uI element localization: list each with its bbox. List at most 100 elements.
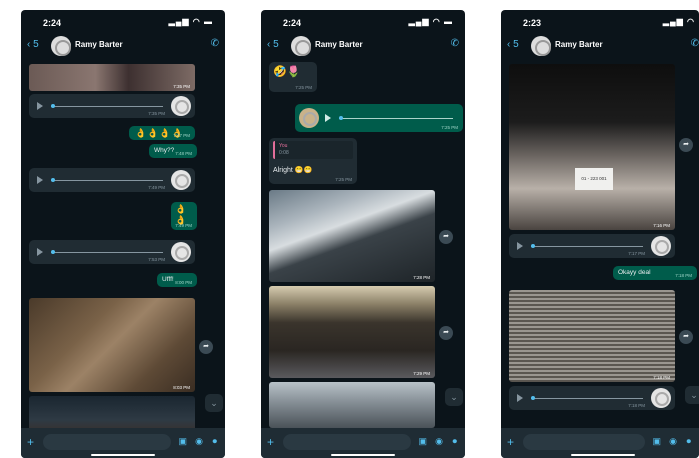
voice-progress-dot[interactable] (51, 178, 55, 182)
camera-icon[interactable]: ◉ (195, 436, 203, 447)
contact-name[interactable]: Ramy Barter (75, 40, 123, 49)
voice-track[interactable] (531, 246, 643, 247)
sign-text: 01 - 223 001 (581, 176, 607, 181)
message-input[interactable] (283, 434, 411, 450)
text-message[interactable]: 🤣🌷 7:25 PM (269, 62, 317, 92)
call-icon[interactable]: ✆ (451, 38, 459, 49)
back-button[interactable]: ‹ 5 (267, 39, 279, 50)
photo-message[interactable]: 7:29 PM (269, 286, 435, 378)
avatar[interactable] (531, 36, 551, 56)
microphone-icon[interactable]: ⏺ (452, 436, 457, 447)
reply-message[interactable]: You 0:08 Alright 😁😁 7:25 PM (269, 138, 357, 184)
play-icon[interactable] (37, 248, 43, 256)
plus-icon[interactable]: + (507, 435, 514, 449)
play-icon[interactable] (325, 114, 331, 122)
voice-message[interactable]: 7:35 PM (29, 94, 195, 118)
message-time: 8:00 PM (175, 280, 192, 285)
voice-message[interactable]: 7:49 PM (29, 168, 195, 192)
voice-track[interactable] (51, 180, 163, 181)
microphone-icon[interactable]: ⏺ (686, 436, 691, 447)
photo-message[interactable]: 7:35 PM (29, 64, 195, 91)
scroll-down-button[interactable]: ⌄ (685, 386, 699, 404)
voice-track[interactable] (51, 106, 163, 107)
plus-icon[interactable]: + (27, 435, 34, 449)
avatar[interactable] (51, 36, 71, 56)
forward-icon[interactable]: ➦ (439, 326, 453, 340)
forward-icon[interactable]: ➦ (439, 230, 453, 244)
message-input-bar: + ▣ ◉ ⏺ (261, 428, 465, 458)
voice-message[interactable]: 7:25 PM (295, 104, 463, 132)
contact-name[interactable]: Ramy Barter (555, 40, 603, 49)
voice-track[interactable] (51, 252, 163, 253)
play-icon[interactable] (37, 102, 43, 110)
sender-avatar (651, 388, 671, 408)
message-input-bar: + ▣ ◉ ⏺ (21, 428, 225, 458)
voice-message[interactable]: 7:18 PM (509, 386, 675, 410)
sender-avatar (171, 242, 191, 262)
forward-icon[interactable]: ➦ (199, 340, 213, 354)
photo-message[interactable]: 7:28 PM (269, 190, 435, 282)
voice-track[interactable] (339, 118, 453, 119)
text-message[interactable]: Okayy deal 7:18 PM (613, 266, 697, 280)
voice-progress-dot[interactable] (531, 244, 535, 248)
call-icon[interactable]: ✆ (691, 38, 699, 49)
camera-icon[interactable]: ◉ (669, 436, 677, 447)
message-time: 7:35 PM (173, 84, 190, 89)
microphone-icon[interactable]: ⏺ (212, 436, 217, 447)
chat-area[interactable]: 01 - 223 001 7:16 PM ➦ 7:17 PM Okayy dea… (501, 58, 699, 428)
message-time: 8:03 PM (173, 385, 190, 390)
voice-progress-dot[interactable] (51, 250, 55, 254)
contact-name[interactable]: Ramy Barter (315, 40, 363, 49)
forward-icon[interactable]: ➦ (679, 138, 693, 152)
voice-track[interactable] (531, 398, 643, 399)
phone-screen-2: 2:24 ▂▄▆ ◠ ▬ ‹ 5 Ramy Barter ✆ 🤣🌷 7:25 P… (261, 10, 465, 458)
message-time: 7:47 PM (173, 133, 190, 138)
back-button[interactable]: ‹ 5 (507, 39, 519, 50)
chat-area[interactable]: 🤣🌷 7:25 PM 7:25 PM You 0:08 Alright 😁😁 7… (261, 58, 465, 428)
message-time: 7:25 PM (335, 177, 352, 182)
photo-message[interactable]: 8:03 PM (29, 298, 195, 392)
message-text: Why?? (154, 147, 175, 154)
chat-area[interactable]: 7:35 PM 7:35 PM 👌👌👌👌 7:47 PM Why?? 7:48 … (21, 58, 225, 436)
text-message[interactable]: Why?? 7:48 PM (149, 144, 197, 158)
voice-progress-dot[interactable] (531, 396, 535, 400)
phone-screen-1: 2:24 ▂▄▆ ◠ ▬ ‹ 5 Ramy Barter ✆ 7:35 PM 7… (21, 10, 225, 458)
status-bar: 2:24 ▂▄▆ ◠ ▬ (261, 10, 465, 34)
voice-message[interactable]: 7:53 PM (29, 240, 195, 264)
text-message[interactable]: 👌👌 7:49 PM (171, 202, 197, 230)
camera-icon[interactable]: ◉ (435, 436, 443, 447)
text-message[interactable]: Ufff! 8:00 PM (157, 273, 197, 287)
plus-icon[interactable]: + (267, 435, 274, 449)
back-button[interactable]: ‹ 5 (27, 39, 39, 50)
sender-avatar (171, 170, 191, 190)
photo-message[interactable]: 01 - 223 001 7:16 PM (509, 64, 675, 230)
photo-message[interactable] (269, 382, 435, 428)
avatar[interactable] (291, 36, 311, 56)
sender-avatar (171, 96, 191, 116)
voice-progress-dot[interactable] (51, 104, 55, 108)
phone-screen-3: 2:23 ▂▄▆ ◠ ‹ 5 Ramy Barter ✆ 01 - 223 00… (501, 10, 699, 458)
sticker-icon[interactable]: ▣ (178, 436, 187, 447)
play-icon[interactable] (517, 242, 523, 250)
play-icon[interactable] (37, 176, 43, 184)
call-icon[interactable]: ✆ (211, 38, 219, 49)
sticker-icon[interactable]: ▣ (652, 436, 661, 447)
text-message[interactable]: 👌👌👌👌 7:47 PM (129, 126, 195, 140)
message-input[interactable] (523, 434, 645, 450)
message-text: Alright 😁😁 (273, 167, 313, 174)
scroll-down-button[interactable]: ⌄ (205, 394, 223, 412)
message-input[interactable] (43, 434, 171, 450)
photo-message[interactable]: 7:18 PM (509, 290, 675, 382)
quoted-reply[interactable]: You 0:08 (273, 141, 353, 159)
message-text: 🤣🌷 (273, 66, 301, 78)
message-time: 7:53 PM (148, 257, 165, 262)
voice-message[interactable]: 7:17 PM (509, 234, 675, 258)
voice-progress-dot[interactable] (339, 116, 343, 120)
home-indicator (571, 454, 635, 456)
signal-wifi-battery-icon: ▂▄▆ ◠ (662, 17, 695, 26)
sticker-icon[interactable]: ▣ (418, 436, 427, 447)
play-icon[interactable] (517, 394, 523, 402)
forward-icon[interactable]: ➦ (679, 330, 693, 344)
scroll-down-button[interactable]: ⌄ (445, 388, 463, 406)
message-time: 7:35 PM (148, 111, 165, 116)
